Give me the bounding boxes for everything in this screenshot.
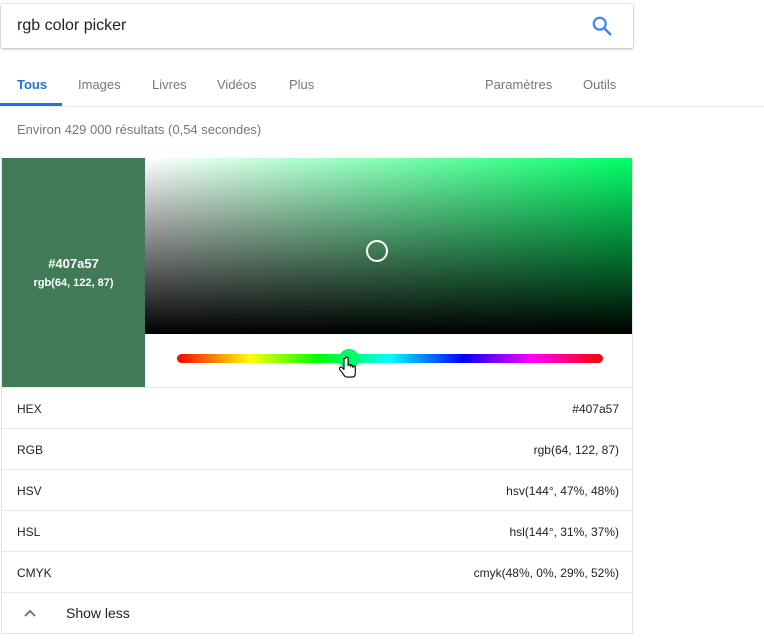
format-row-cmyk: CMYK cmyk(48%, 0%, 29%, 52%) xyxy=(2,551,632,592)
chevron-up-icon xyxy=(24,609,36,617)
tab-livres[interactable]: Livres xyxy=(152,62,187,106)
show-less-label: Show less xyxy=(66,605,130,621)
search-tabs: Tous Images Livres Vidéos Plus Paramètre… xyxy=(0,62,764,107)
tab-plus[interactable]: Plus xyxy=(289,62,314,106)
active-tab-indicator xyxy=(0,103,62,106)
swatch-rgb-label: rgb(64, 122, 87) xyxy=(33,277,114,289)
format-label: HEX xyxy=(17,402,42,416)
format-label: RGB xyxy=(17,443,44,457)
tab-parametres[interactable]: Paramètres xyxy=(485,62,552,106)
tab-tous[interactable]: Tous xyxy=(17,62,47,106)
tab-outils[interactable]: Outils xyxy=(583,62,616,106)
format-label: CMYK xyxy=(17,566,52,580)
format-value[interactable]: hsl(144°, 31%, 37%) xyxy=(509,525,619,539)
format-row-rgb: RGB rgb(64, 122, 87) xyxy=(2,428,632,469)
format-value[interactable]: cmyk(48%, 0%, 29%, 52%) xyxy=(474,566,619,580)
format-value[interactable]: hsv(144°, 47%, 48%) xyxy=(506,484,619,498)
search-button[interactable] xyxy=(591,15,613,37)
format-row-hsv: HSV hsv(144°, 47%, 48%) xyxy=(2,469,632,510)
format-label: HSL xyxy=(17,525,41,539)
format-row-hsl: HSL hsl(144°, 31%, 37%) xyxy=(2,510,632,551)
tab-videos[interactable]: Vidéos xyxy=(217,62,257,106)
search-input[interactable] xyxy=(17,4,577,48)
color-picker-card: #407a57 rgb(64, 122, 87) HEX #407a57 RGB… xyxy=(1,158,633,634)
format-row-hex: HEX #407a57 xyxy=(2,387,632,428)
hue-slider[interactable] xyxy=(177,354,603,363)
saturation-value-area[interactable] xyxy=(145,158,632,334)
color-selector-handle[interactable] xyxy=(366,240,388,262)
value-gradient xyxy=(145,158,632,334)
tab-images[interactable]: Images xyxy=(78,62,121,106)
hand-pointer-icon xyxy=(339,356,356,378)
format-label: HSV xyxy=(17,484,42,498)
search-icon xyxy=(592,16,612,36)
search-box xyxy=(1,4,633,48)
swatch-hex-label: #407a57 xyxy=(48,256,99,271)
result-stats: Environ 429 000 résultats (0,54 secondes… xyxy=(17,122,262,137)
show-less-button[interactable]: Show less xyxy=(2,592,632,633)
color-swatch: #407a57 rgb(64, 122, 87) xyxy=(2,158,145,387)
format-value[interactable]: #407a57 xyxy=(572,402,619,416)
format-value[interactable]: rgb(64, 122, 87) xyxy=(534,443,619,457)
